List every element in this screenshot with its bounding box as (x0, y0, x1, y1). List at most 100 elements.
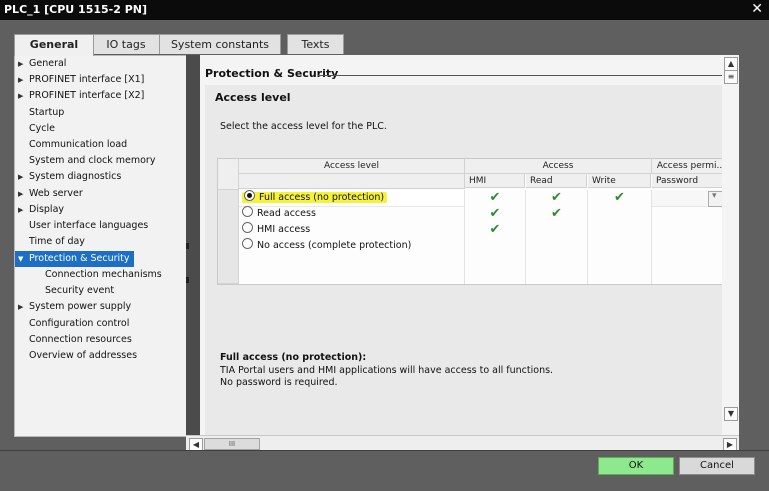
expand-arrow-icon[interactable]: ▶ (18, 56, 23, 72)
row-header[interactable] (218, 190, 239, 207)
horizontal-scrollbar[interactable]: ◀ III ▶ (186, 435, 739, 451)
column-divider (587, 190, 588, 284)
radio-icon[interactable] (242, 206, 253, 217)
info-line: No password is required. (220, 377, 338, 388)
subsection-title: Access level (215, 91, 291, 104)
check-icon: ✔ (489, 206, 501, 221)
row-header[interactable] (218, 206, 239, 223)
column-divider (651, 190, 652, 284)
nav-label: System diagnostics (29, 171, 122, 182)
tab-general[interactable]: General (14, 34, 94, 56)
check-icon: ✔ (551, 190, 562, 205)
scroll-thumb[interactable]: III (204, 438, 260, 450)
section-divider (318, 75, 722, 76)
properties-dialog: General IO tags System constants Texts ▶… (0, 20, 769, 491)
navigation-tree: ▶ General ▶ PROFINET interface [X1] ▶ PROFI… (14, 55, 188, 437)
expand-arrow-icon[interactable]: ▶ (18, 72, 23, 88)
tab-texts[interactable]: Texts (287, 34, 344, 54)
nav-item-web-server[interactable]: ▶ Web server (15, 186, 83, 202)
scroll-up-icon[interactable]: ▲ (724, 57, 738, 71)
content-area: Protection & Security Access level Selec… (200, 55, 722, 435)
nav-item-time-of-day[interactable]: Time of day (15, 234, 85, 250)
vertical-scrollbar[interactable]: ▲ ≡ ▼ (722, 55, 739, 435)
close-icon[interactable]: ✕ (751, 1, 763, 17)
scroll-down-icon[interactable]: ▼ (724, 407, 738, 421)
row-header[interactable] (218, 238, 239, 255)
header-access-permission: Access permi... (652, 159, 722, 174)
nav-item-system-diagnostics[interactable]: ▶ System diagnostics (15, 169, 121, 185)
nav-item-startup[interactable]: Startup (15, 105, 64, 121)
nav-label: Protection & Security (29, 253, 130, 264)
nav-item-system-power-supply[interactable]: ▶ System power supply (15, 299, 131, 315)
header-access: Access (465, 159, 652, 174)
expand-arrow-icon[interactable]: ▶ (18, 186, 23, 202)
nav-label: System power supply (29, 301, 132, 312)
expand-arrow-icon[interactable]: ▶ (18, 88, 23, 104)
scroll-menu-icon[interactable]: ≡ (724, 70, 738, 84)
radio-selected-icon[interactable] (244, 190, 255, 201)
highlight-marker: Full access (no protection) (242, 190, 388, 203)
nav-item-configuration-control[interactable]: Configuration control (15, 316, 129, 332)
nav-item-display[interactable]: ▶ Display (15, 202, 64, 218)
tab-io-tags[interactable]: IO tags (92, 34, 160, 54)
nav-label: Web server (29, 188, 83, 199)
collapse-arrow-icon[interactable]: ▼ (18, 251, 23, 267)
option-read-access[interactable]: Read access (242, 206, 316, 222)
section-title: Protection & Security (205, 67, 339, 80)
cancel-button[interactable]: Cancel (679, 457, 755, 475)
option-hmi-access[interactable]: HMI access (242, 222, 310, 238)
header-read: Read (526, 174, 587, 188)
option-label: No access (complete protection) (257, 240, 412, 251)
nav-item-security-event[interactable]: Security event (15, 283, 114, 299)
check-icon: ✔ (614, 190, 625, 205)
nav-item-system-clock-memory[interactable]: System and clock memory (15, 153, 155, 169)
nav-item-profinet-x1[interactable]: ▶ PROFINET interface [X1] (15, 72, 144, 88)
check-icon: ✔ (489, 222, 501, 237)
option-label: Full access (no protection) (259, 192, 385, 203)
nav-item-protection-security[interactable]: ▼ Protection & Security (15, 251, 134, 267)
nav-item-general[interactable]: ▶ General (15, 56, 66, 72)
access-level-description: Select the access level for the PLC. (220, 121, 387, 132)
header-password: Password (652, 174, 722, 188)
option-no-access[interactable]: No access (complete protection) (242, 238, 411, 254)
radio-icon[interactable] (242, 238, 253, 249)
nav-label: General (29, 58, 67, 69)
nav-item-connection-mechanisms[interactable]: Connection mechanisms (15, 267, 162, 283)
info-title: Full access (no protection): (220, 352, 367, 363)
header-hmi: HMI (465, 174, 525, 188)
footer-divider (0, 450, 769, 451)
expand-arrow-icon[interactable]: ▶ (18, 169, 23, 185)
nav-label: Display (29, 204, 65, 215)
check-icon: ✔ (489, 190, 501, 205)
expand-arrow-icon[interactable]: ▶ (18, 299, 23, 315)
header-access-level: Access level (239, 159, 465, 174)
ok-button[interactable]: OK (598, 457, 674, 475)
dropdown-arrow-icon[interactable] (708, 191, 722, 207)
splitter-handle-icon (186, 243, 189, 249)
access-level-panel: Access level Select the access level for… (205, 85, 722, 435)
splitter-handle-icon (186, 277, 189, 283)
window-title: PLC_1 [CPU 1515-2 PN] (4, 3, 148, 16)
pane-splitter[interactable] (186, 55, 200, 435)
row-header[interactable] (218, 222, 239, 239)
access-level-table: Access level Access Access permi... HMI … (217, 158, 722, 285)
check-icon: ✔ (551, 206, 562, 221)
nav-item-connection-resources[interactable]: Connection resources (15, 332, 132, 348)
column-divider (464, 190, 465, 284)
title-bar: PLC_1 [CPU 1515-2 PN] ✕ (0, 0, 769, 20)
header-blank (239, 174, 465, 189)
nav-label: PROFINET interface [X1] (29, 74, 145, 85)
nav-item-ui-languages[interactable]: User interface languages (15, 218, 148, 234)
nav-item-cycle[interactable]: Cycle (15, 121, 55, 137)
row-header (218, 254, 239, 271)
nav-item-communication-load[interactable]: Communication load (15, 137, 127, 153)
nav-item-overview-addresses[interactable]: Overview of addresses (15, 348, 137, 364)
expand-arrow-icon[interactable]: ▶ (18, 202, 23, 218)
tab-system-constants[interactable]: System constants (159, 34, 281, 54)
column-divider (525, 190, 526, 284)
nav-item-profinet-x2[interactable]: ▶ PROFINET interface [X2] (15, 88, 144, 104)
option-label: Read access (257, 208, 316, 219)
radio-icon[interactable] (242, 222, 253, 233)
info-line: TIA Portal users and HMI applications wi… (220, 365, 554, 376)
option-full-access[interactable]: Full access (no protection) (242, 190, 388, 206)
